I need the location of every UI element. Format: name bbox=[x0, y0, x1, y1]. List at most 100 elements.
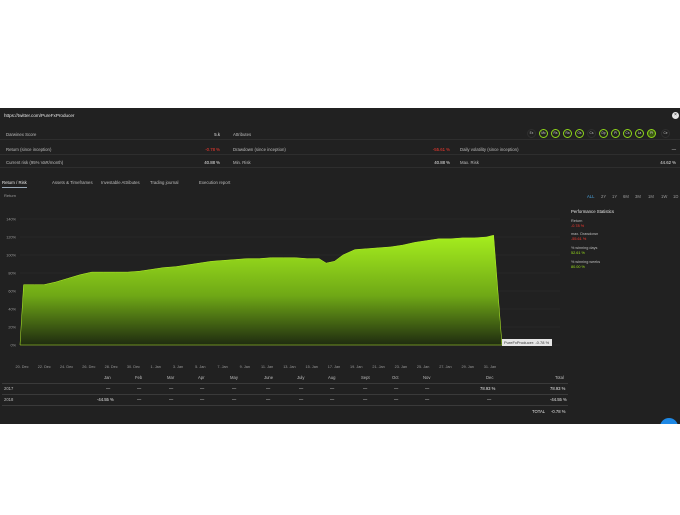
darwin-panel: https://twitter.com/PureFxProducer × Dar… bbox=[0, 108, 680, 424]
perf-drawdown-value: -55.61 % bbox=[571, 237, 587, 241]
attribute-badge[interactable]: Os bbox=[575, 129, 584, 138]
x-tick-label: 28. Dec bbox=[105, 365, 118, 369]
tab-assets-timeframes[interactable]: Assets & Timeframes bbox=[52, 180, 93, 187]
range-all[interactable]: ALL bbox=[587, 194, 594, 199]
return-area-series bbox=[19, 234, 503, 346]
daily-volatility-value: — bbox=[671, 147, 676, 152]
month-header: Apr bbox=[198, 375, 205, 380]
y-tick-label: 120% bbox=[6, 235, 16, 239]
current-risk-label: Current risk (95% VaR/month) bbox=[6, 160, 64, 165]
perf-return-label: Return bbox=[571, 219, 583, 223]
x-tick-label: 15. Jan bbox=[305, 365, 317, 369]
range-1w[interactable]: 1W bbox=[661, 194, 667, 199]
table-cell: — bbox=[232, 386, 237, 391]
x-tick-label: 24. Dec bbox=[60, 365, 73, 369]
return-since-inception-value: -0.78 % bbox=[205, 147, 220, 152]
drawdown-value: -55.61 % bbox=[432, 147, 450, 152]
max-risk-value: 44.62 % bbox=[660, 160, 676, 165]
x-tick-label: 30. Dec bbox=[127, 365, 140, 369]
attribute-badge[interactable]: Mc bbox=[539, 129, 548, 138]
section-label-return: Return bbox=[4, 193, 17, 198]
table-cell: — bbox=[394, 386, 399, 391]
tab-execution-report[interactable]: Execution report bbox=[199, 180, 230, 187]
profile-url[interactable]: https://twitter.com/PureFxProducer bbox=[4, 113, 74, 118]
table-cell: 78.93 % bbox=[480, 386, 496, 391]
table-cell: — bbox=[137, 397, 142, 402]
x-tick-label: 11. Jan bbox=[261, 365, 273, 369]
range-3m[interactable]: 3M bbox=[635, 194, 641, 199]
tab-investable-attributes[interactable]: Investable Attributes bbox=[101, 180, 140, 187]
perf-return-value: -0.78 % bbox=[571, 224, 585, 228]
performance-title: Performance Statistics bbox=[571, 209, 614, 214]
tab-return-risk[interactable]: Return / Risk bbox=[2, 180, 27, 188]
month-header: July bbox=[297, 375, 305, 380]
range-2y[interactable]: 2Y bbox=[601, 194, 606, 199]
x-tick-label: 31. Jan bbox=[484, 365, 496, 369]
attributes-label: Attributes bbox=[233, 132, 252, 137]
attribute-badge[interactable]: Cs bbox=[623, 129, 632, 138]
row-year: 2017 bbox=[4, 386, 14, 391]
attribute-badge[interactable]: Dp bbox=[599, 129, 608, 138]
stats-row-3: Current risk (95% VaR/month) 40.88 % Min… bbox=[0, 156, 680, 168]
total-value: -0.78 % bbox=[551, 409, 566, 414]
table-cell: — bbox=[299, 386, 304, 391]
perf-drawdown-label: max. Drawdown bbox=[571, 232, 599, 236]
perf-winning-days-value: 52.61 % bbox=[571, 251, 585, 255]
attribute-badge[interactable]: Cs bbox=[587, 129, 596, 138]
x-tick-label: 29. Jan bbox=[461, 365, 473, 369]
total-label: TOTAL bbox=[532, 409, 546, 414]
range-1d[interactable]: 1D bbox=[673, 194, 678, 199]
close-icon[interactable]: × bbox=[672, 112, 679, 119]
daily-volatility-label: Daily volatility (since inception) bbox=[460, 147, 519, 152]
month-header: June bbox=[264, 375, 274, 380]
month-header: Dec bbox=[486, 375, 494, 380]
range-1m[interactable]: 1M bbox=[648, 194, 654, 199]
row-divider bbox=[2, 383, 568, 384]
x-tick-label: 19. Jan bbox=[350, 365, 362, 369]
min-risk-value: 40.88 % bbox=[434, 160, 450, 165]
month-header: Sept bbox=[361, 375, 370, 380]
month-header: Oct bbox=[392, 375, 399, 380]
table-cell: — bbox=[425, 386, 430, 391]
help-chat-icon[interactable] bbox=[660, 418, 678, 424]
y-tick-label: 60% bbox=[8, 289, 16, 293]
total-header: Total bbox=[555, 375, 564, 380]
max-risk-label: Max. Risk bbox=[460, 160, 479, 165]
x-tick-label: 22. Dec bbox=[38, 365, 51, 369]
table-cell: — bbox=[232, 397, 237, 402]
attribute-badge[interactable]: Pf bbox=[647, 129, 656, 138]
table-cell: — bbox=[137, 386, 142, 391]
table-cell-total: 78.93 % bbox=[550, 386, 566, 391]
x-tick-label: 27. Jan bbox=[439, 365, 451, 369]
attribute-badge[interactable]: Ex bbox=[527, 129, 536, 138]
x-tick-label: 1. Jan bbox=[151, 365, 161, 369]
drawdown-label: Drawdown (since inception) bbox=[233, 147, 286, 152]
x-tick-label: 26. Dec bbox=[82, 365, 95, 369]
current-risk-value: 40.88 % bbox=[204, 160, 220, 165]
x-tick-label: 13. Jan bbox=[283, 365, 295, 369]
table-cell: — bbox=[200, 386, 205, 391]
table-cell: — bbox=[425, 397, 430, 402]
chart-tooltip: PureFxProducer: -0.78 % bbox=[502, 339, 552, 346]
table-cell: — bbox=[487, 397, 492, 402]
table-cell: — bbox=[106, 386, 111, 391]
darwinex-score-value: 5.k bbox=[214, 132, 220, 137]
y-tick-label: 140% bbox=[6, 217, 16, 221]
attribute-badge[interactable]: Pl bbox=[611, 129, 620, 138]
table-cell: -44.55 % bbox=[97, 397, 114, 402]
table-cell: — bbox=[363, 386, 368, 391]
x-tick-label: 5. Jan bbox=[195, 365, 205, 369]
month-header: Nov bbox=[423, 375, 431, 380]
table-cell: — bbox=[363, 397, 368, 402]
range-1y[interactable]: 1Y bbox=[612, 194, 617, 199]
month-header: Feb bbox=[135, 375, 143, 380]
attribute-badge[interactable]: Ra bbox=[563, 129, 572, 138]
range-6m[interactable]: 6M bbox=[623, 194, 629, 199]
x-tick-label: 3. Jan bbox=[173, 365, 183, 369]
attribute-badge[interactable]: Ce bbox=[661, 129, 670, 138]
attribute-badge[interactable]: La bbox=[635, 129, 644, 138]
attribute-badge[interactable]: Rs bbox=[551, 129, 560, 138]
month-header: May bbox=[230, 375, 238, 380]
tab-trading-journal[interactable]: Trading journal bbox=[150, 180, 179, 187]
return-chart[interactable]: 0% 20% 40% 60% 80% 100% 120% 140% 20. Dec 22. De… bbox=[0, 215, 560, 375]
